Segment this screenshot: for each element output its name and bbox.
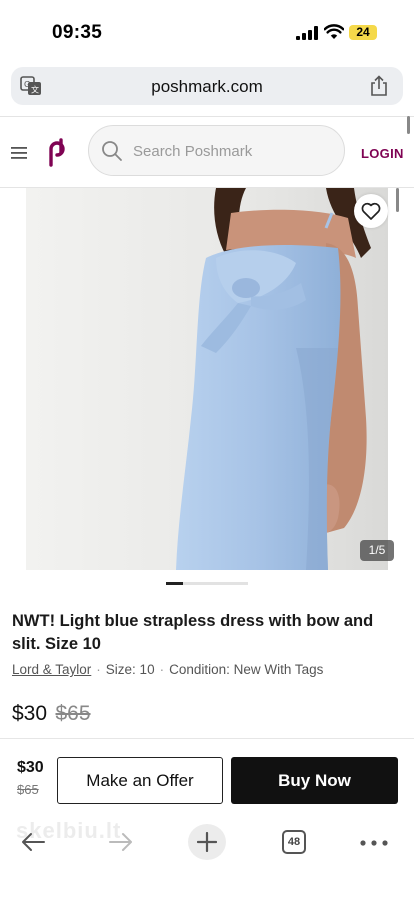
- forward-icon[interactable]: [108, 831, 134, 853]
- heart-icon: [361, 202, 381, 220]
- url-bar[interactable]: G 文 poshmark.com: [11, 67, 403, 105]
- status-time: 09:35: [52, 22, 103, 43]
- current-price: $30: [12, 702, 48, 725]
- brand-link[interactable]: Lord & Taylor: [12, 662, 91, 677]
- price-row: $30 $65: [12, 702, 91, 726]
- more-icon[interactable]: [360, 840, 388, 846]
- search-input[interactable]: [133, 140, 333, 162]
- new-tab-button[interactable]: [188, 824, 226, 860]
- like-button[interactable]: [354, 194, 388, 228]
- carousel-indicator[interactable]: [166, 582, 248, 585]
- size-label: Size: 10: [105, 662, 155, 677]
- search-box[interactable]: [88, 125, 345, 176]
- buy-now-button[interactable]: Buy Now: [231, 757, 398, 804]
- original-price: $65: [55, 702, 91, 725]
- product-meta: Lord & Taylor · Size: 10 · Condition: New Wi…: [12, 662, 323, 677]
- signal-icon: [296, 26, 318, 40]
- carousel-indicator-active: [166, 582, 183, 585]
- tab-count-button[interactable]: 48: [282, 830, 306, 854]
- search-icon: [102, 141, 122, 161]
- back-icon[interactable]: [20, 831, 46, 853]
- condition-label: Condition: New With Tags: [169, 662, 324, 677]
- status-bar: 09:35 24: [0, 0, 414, 62]
- login-link[interactable]: LOGIN: [361, 146, 404, 161]
- plus-icon: [197, 832, 217, 852]
- dress-photo: [26, 188, 388, 570]
- page-scrollbar[interactable]: [407, 116, 410, 134]
- content-scrollbar[interactable]: [396, 188, 399, 212]
- menu-icon[interactable]: [11, 146, 27, 160]
- make-offer-button[interactable]: Make an Offer: [57, 757, 223, 804]
- separator: ·: [96, 662, 101, 677]
- site-header: LOGIN: [0, 116, 414, 188]
- image-counter: 1/5: [360, 540, 394, 561]
- product-title: NWT! Light blue strapless dress with bow…: [12, 612, 374, 653]
- share-icon[interactable]: [369, 75, 389, 97]
- bar-original-price: $65: [17, 782, 39, 797]
- bar-current-price: $30: [17, 759, 44, 776]
- poshmark-logo-icon[interactable]: [44, 137, 68, 167]
- product-image[interactable]: [26, 188, 388, 570]
- wifi-icon: [324, 24, 344, 39]
- browser-toolbar: skelbiu.lt 48: [0, 818, 414, 900]
- url-domain[interactable]: poshmark.com: [11, 77, 403, 97]
- battery-indicator: 24: [349, 25, 377, 40]
- separator: ·: [159, 662, 165, 677]
- buy-bar: $30 $65 Make an Offer Buy Now: [0, 738, 414, 818]
